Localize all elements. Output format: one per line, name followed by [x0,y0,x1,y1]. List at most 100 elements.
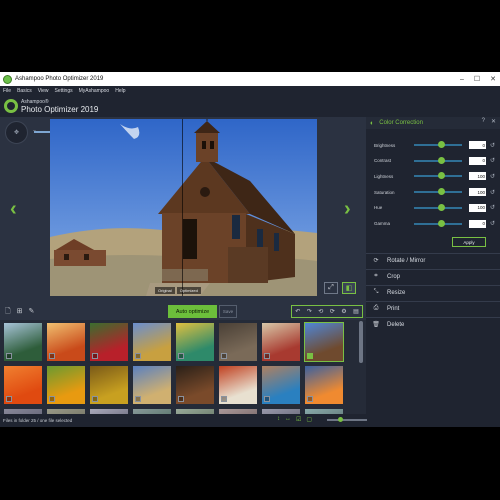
navigation-pad[interactable]: ✥ [5,121,28,144]
minimize-button[interactable]: – [460,76,464,83]
thumbnail[interactable] [219,323,257,361]
close-button[interactable]: ✕ [490,75,496,83]
reset-icon[interactable]: ↺ [490,220,495,227]
clean-icon[interactable]: ✎ [29,307,35,318]
control-value-input[interactable]: 100 [469,188,486,197]
thumbnail-checkbox[interactable] [307,353,313,359]
view-grid-icon[interactable]: ▢ [306,416,312,423]
thumbnail[interactable] [262,323,300,361]
thumbnail-checkbox[interactable] [178,396,184,402]
thumbnail[interactable] [219,366,257,404]
menu-myashampoo[interactable]: MyAshampoo [79,88,110,94]
thumbnail-checkbox[interactable] [49,353,55,359]
control-slider[interactable] [414,188,462,196]
control-slider-handle[interactable] [438,141,446,148]
control-slider[interactable] [414,156,462,164]
control-slider[interactable] [414,141,462,148]
thumbnail-checkbox[interactable] [178,353,184,359]
thumbnail-checkbox[interactable] [135,396,141,402]
thumbnail[interactable] [262,366,300,404]
thumbnail-size-slider[interactable] [327,419,367,421]
control-slider[interactable] [414,219,462,227]
redo-icon[interactable]: ⟳ [330,308,335,315]
thumbnail[interactable] [176,323,214,361]
control-slider[interactable] [414,172,462,180]
reset-icon[interactable]: ↺ [490,189,495,196]
thumbnail[interactable] [4,366,42,404]
thumbnail[interactable] [133,366,171,404]
settings-icon[interactable]: ⚙ [341,308,346,315]
rotate-right-icon[interactable]: ↷ [307,308,312,315]
thumbnail[interactable] [90,366,128,404]
reset-icon[interactable]: ↺ [490,157,495,164]
select-all-icon[interactable]: ☑ [296,416,301,423]
control-value-input[interactable]: 100 [469,172,486,181]
menu-help[interactable]: Help [115,88,125,94]
thumbnail[interactable] [47,323,85,361]
tool-resize[interactable]: ⤡ Resize [366,285,500,299]
previous-image-button[interactable]: ‹ [10,198,17,221]
save-button[interactable]: Save [219,305,237,318]
menu-file[interactable]: File [3,88,11,94]
thumbnail-checkbox[interactable] [92,396,98,402]
thumbnail[interactable] [133,323,171,361]
control-value-input[interactable]: 0 [469,219,486,228]
control-value-input[interactable]: 100 [469,203,486,212]
undo-icon[interactable]: ⟲ [318,308,323,315]
reset-icon[interactable]: ↺ [490,173,495,180]
thumbnail[interactable] [90,323,128,361]
view-height-icon[interactable]: ↕ [277,416,280,423]
thumbnail-checkbox[interactable] [264,353,270,359]
control-label: Lightness [374,173,394,179]
help-icon[interactable]: ? [482,118,485,125]
thumbnail[interactable] [305,366,343,404]
thumbnail-scrollbar[interactable] [359,321,363,363]
more-icon[interactable]: ▤ [353,308,359,315]
close-panel-icon[interactable]: ✕ [491,118,496,125]
thumbnail[interactable] [176,366,214,404]
next-image-button[interactable]: › [344,198,351,221]
tool-crop[interactable]: ⌗ Crop [366,269,500,283]
rotate-left-icon[interactable]: ↶ [295,308,300,315]
control-slider-handle[interactable] [438,219,446,227]
thumbnail-checkbox[interactable] [135,353,141,359]
tool-print[interactable]: ⎙ Print [366,301,500,315]
view-width-icon[interactable]: ↔ [285,416,291,423]
control-slider-handle[interactable] [438,156,446,164]
thumbnail-size-handle[interactable] [338,417,343,422]
thumbnail-checkbox[interactable] [307,396,313,402]
logo-product: Photo Optimizer 2019 [21,105,99,114]
thumbnail[interactable] [304,322,344,362]
apply-button[interactable]: Apply [452,237,486,247]
compare-split-line[interactable] [182,119,183,296]
import-icon[interactable]: ⊞ [17,307,23,318]
menu-basics[interactable]: Basics [17,88,32,94]
fullscreen-icon[interactable]: ⤢ [324,282,338,294]
thumbnail-checkbox[interactable] [221,353,227,359]
control-slider-handle[interactable] [438,172,446,180]
control-value-input[interactable]: 0 [469,156,486,165]
split-view-icon[interactable]: ◧ [342,282,356,294]
reset-icon[interactable]: ↺ [490,204,495,211]
menu-settings[interactable]: Settings [55,88,73,94]
thumbnail-checkbox[interactable] [264,396,270,402]
thumbnail[interactable] [4,323,42,361]
thumbnail-checkbox[interactable] [6,353,12,359]
thumbnail-checkbox[interactable] [49,396,55,402]
thumbnail[interactable] [47,366,85,404]
control-value-input[interactable]: 0 [469,141,486,149]
tool-delete[interactable]: 🗑 Delete [366,317,500,331]
thumbnail-checkbox[interactable] [6,396,12,402]
open-file-icon[interactable]: 🗋 [5,307,11,318]
auto-optimize-button[interactable]: Auto optimize [168,305,217,318]
thumbnail-checkbox[interactable] [92,353,98,359]
tool-rotate-mirror[interactable]: ⟳ Rotate / Mirror [366,253,500,267]
control-slider-handle[interactable] [438,203,446,211]
maximize-button[interactable]: ☐ [474,75,480,83]
control-slider-handle[interactable] [438,188,446,196]
menu-view[interactable]: View [38,88,49,94]
thumbnail-checkbox[interactable] [221,396,227,402]
control-slider[interactable] [414,203,462,211]
reset-icon[interactable]: ↺ [490,142,495,149]
menu-bar: File Basics View Settings MyAshampoo Hel… [0,86,500,95]
